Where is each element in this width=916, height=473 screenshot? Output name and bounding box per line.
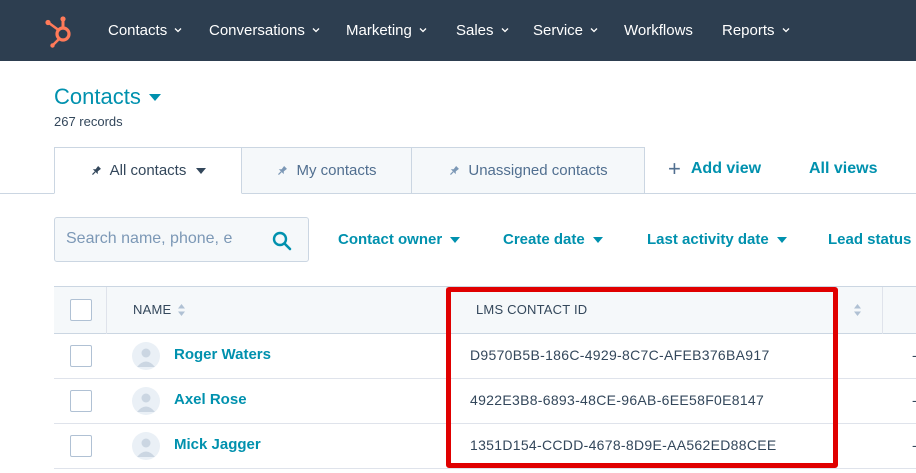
filter-label: Contact owner xyxy=(338,231,443,248)
search-icon[interactable] xyxy=(272,231,292,251)
caret-down-icon xyxy=(776,236,787,243)
hubspot-logo-icon[interactable] xyxy=(42,14,76,48)
tab-my-contacts[interactable]: My contacts xyxy=(241,147,412,194)
row-checkbox[interactable] xyxy=(70,390,92,412)
lms-contact-id-cell: D9570B5B-186C-4929-8C7C-AFEB376BA917 xyxy=(470,347,770,363)
contact-name-link[interactable]: Mick Jagger xyxy=(174,436,261,453)
all-views-link[interactable]: All views xyxy=(809,160,877,178)
sort-icon[interactable] xyxy=(853,303,862,317)
nav-item-label: Contacts xyxy=(108,21,168,39)
nav-item-label: Reports xyxy=(722,21,775,39)
caret-down-icon[interactable] xyxy=(196,167,207,174)
top-navigation-bar: Contacts Conversations Marketing Sales S… xyxy=(0,0,916,61)
row-checkbox[interactable] xyxy=(70,435,92,457)
search-input[interactable] xyxy=(66,230,258,248)
nav-item-contacts[interactable]: Contacts xyxy=(108,20,183,40)
avatar xyxy=(132,387,160,415)
add-view-label: Add view xyxy=(690,160,762,177)
pin-icon xyxy=(91,165,101,175)
lms-contact-id-cell: 4922E3B8-6893-48CE-96AB-6EE58F0E8147 xyxy=(470,392,765,408)
nav-item-label: Marketing xyxy=(346,21,412,39)
column-header-lms-contact-id[interactable]: LMS CONTACT ID xyxy=(476,302,587,317)
page-title: Contacts xyxy=(54,84,141,109)
table-row: Roger Waters D9570B5B-186C-4929-8C7C-AFE… xyxy=(54,334,916,379)
nav-item-service[interactable]: Service xyxy=(533,20,599,40)
avatar xyxy=(132,342,160,370)
plus-icon: + xyxy=(668,156,681,181)
avatar xyxy=(132,432,160,460)
search-box xyxy=(54,217,309,262)
nav-item-conversations[interactable]: Conversations xyxy=(209,20,321,40)
table-header: NAME LMS CONTACT ID xyxy=(54,286,916,334)
add-view-button[interactable]: + Add view xyxy=(668,156,762,181)
lms-contact-id-cell: 1351D154-CCDD-4678-8D9E-AA562ED88CEE xyxy=(470,437,777,453)
nav-item-marketing[interactable]: Marketing xyxy=(346,20,428,40)
nav-item-sales[interactable]: Sales xyxy=(456,20,510,40)
chevron-down-icon xyxy=(782,28,789,33)
pin-icon xyxy=(450,165,460,175)
page-title-dropdown[interactable]: Contacts xyxy=(54,84,161,110)
caret-down-icon xyxy=(148,93,161,101)
tab-unassigned-contacts[interactable]: Unassigned contacts xyxy=(411,147,645,194)
tab-label: Unassigned contacts xyxy=(468,162,608,179)
nav-item-label: Conversations xyxy=(209,21,305,39)
column-header-label: NAME xyxy=(133,302,172,317)
pin-icon xyxy=(278,165,288,175)
filter-lead-status[interactable]: Lead status xyxy=(828,231,911,248)
nav-item-label: Workflows xyxy=(624,21,693,39)
filter-label: Create date xyxy=(503,231,585,248)
filter-last-activity-date[interactable]: Last activity date xyxy=(647,231,787,248)
contact-name-link[interactable]: Roger Waters xyxy=(174,346,271,363)
record-count: 267 records xyxy=(54,114,123,129)
column-header-name[interactable]: NAME xyxy=(133,302,186,317)
chevron-down-icon xyxy=(174,28,182,33)
table-row: Mick Jagger 1351D154-CCDD-4678-8D9E-AA56… xyxy=(54,424,916,469)
caret-down-icon xyxy=(592,236,603,243)
chevron-down-icon xyxy=(419,28,427,33)
contact-name-link[interactable]: Axel Rose xyxy=(174,391,247,408)
filter-label: Last activity date xyxy=(647,231,769,248)
row-checkbox[interactable] xyxy=(70,345,92,367)
filter-label: Lead status xyxy=(828,231,912,248)
sort-icon[interactable] xyxy=(177,303,186,317)
select-all-checkbox[interactable] xyxy=(70,299,92,321)
column-header-label: LMS CONTACT ID xyxy=(476,302,588,317)
tab-all-contacts[interactable]: All contacts xyxy=(54,147,242,194)
chevron-down-icon xyxy=(590,28,598,33)
nav-item-label: Sales xyxy=(456,21,494,39)
chevron-down-icon xyxy=(312,28,320,33)
column-divider xyxy=(882,287,883,334)
column-divider xyxy=(106,287,107,334)
table-row: Axel Rose 4922E3B8-6893-48CE-96AB-6EE58F… xyxy=(54,379,916,424)
filter-contact-owner[interactable]: Contact owner xyxy=(338,231,461,248)
caret-down-icon xyxy=(450,236,461,243)
filter-create-date[interactable]: Create date xyxy=(503,231,603,248)
nav-item-reports[interactable]: Reports xyxy=(722,20,791,40)
nav-item-workflows[interactable]: Workflows xyxy=(624,20,693,40)
tab-label: All contacts xyxy=(109,162,187,179)
column-divider xyxy=(446,287,447,334)
empty-cell: - xyxy=(912,437,916,453)
tab-label: My contacts xyxy=(296,162,377,179)
empty-cell: - xyxy=(912,392,916,408)
nav-item-label: Service xyxy=(533,21,584,39)
chevron-down-icon xyxy=(501,28,508,33)
empty-cell: - xyxy=(912,347,916,363)
